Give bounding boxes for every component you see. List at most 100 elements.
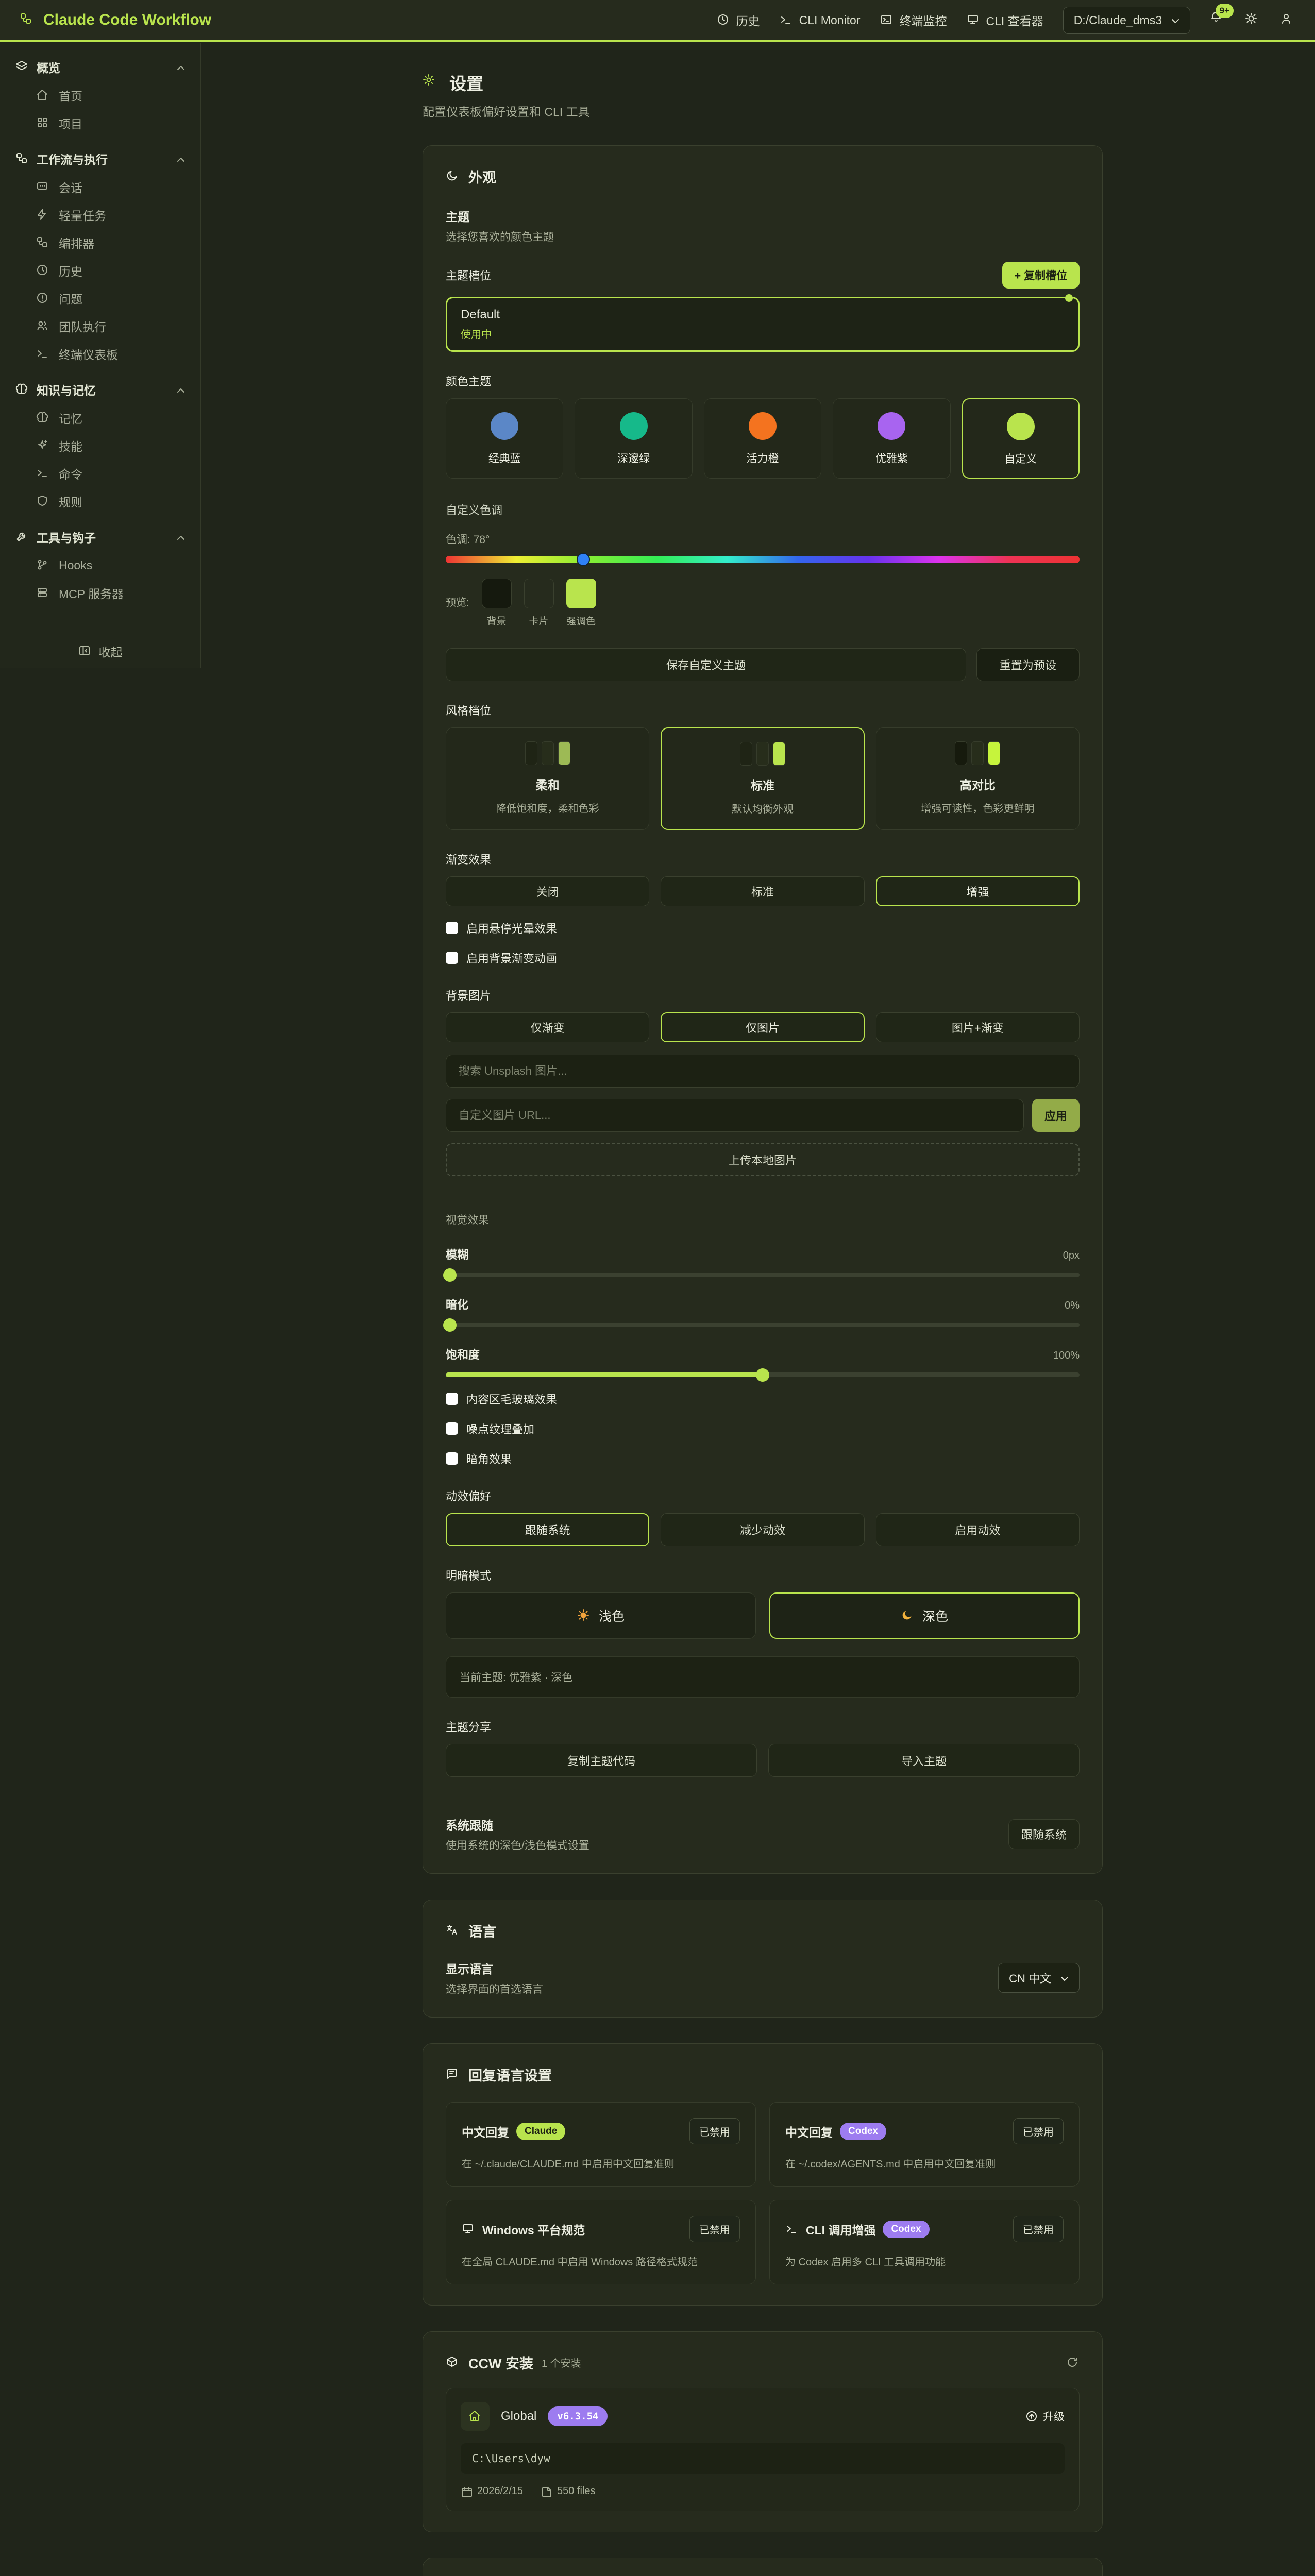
sidebar-item-memory[interactable]: 记忆 xyxy=(0,404,200,432)
glass-checkbox[interactable] xyxy=(446,1393,458,1405)
save-custom-theme-button[interactable]: 保存自定义主题 xyxy=(446,648,966,681)
theme-toggle-icon[interactable] xyxy=(1245,12,1260,28)
custom-url-input[interactable] xyxy=(446,1099,1024,1132)
bg-image-gradient-button[interactable]: 图片+渐变 xyxy=(876,1012,1080,1042)
install-files: 550 files xyxy=(541,2485,596,2497)
preview-label: 预览: xyxy=(446,594,469,628)
slot-status: 使用中 xyxy=(461,326,1065,341)
light-mode-card[interactable]: 浅色 xyxy=(446,1592,756,1639)
sidebar-item-rules[interactable]: 规则 xyxy=(0,487,200,515)
hue-slider[interactable] xyxy=(446,556,1080,563)
sidebar-item-issues[interactable]: 问题 xyxy=(0,284,200,312)
motion-reduce-button[interactable]: 减少动效 xyxy=(661,1513,864,1546)
sidebar-collapse-button[interactable]: 收起 xyxy=(0,634,200,668)
motion-system-button[interactable]: 跟随系统 xyxy=(446,1513,649,1546)
reset-preset-button[interactable]: 重置为预设 xyxy=(976,648,1080,681)
system-follow-button[interactable]: 跟随系统 xyxy=(1008,1819,1080,1849)
sidebar-item-history[interactable]: 历史 xyxy=(0,257,200,284)
user-icon[interactable] xyxy=(1280,12,1295,28)
bg-gradient-only-button[interactable]: 仅渐变 xyxy=(446,1012,649,1042)
theme-card-vivid-orange[interactable]: 活力橙 xyxy=(704,398,821,479)
appearance-card: 外观 主题 选择您喜欢的颜色主题 主题槽位 + 复制槽位 Default 使用中… xyxy=(423,145,1103,1874)
reply-language-card: 回复语言设置 中文回复 Claude 已禁用 在 ~/.claude/CLAUD… xyxy=(423,2043,1103,2306)
sidebar-item-terminal-dashboard[interactable]: 终端仪表板 xyxy=(0,340,200,368)
sidebar-item-orchestrator[interactable]: 编排器 xyxy=(0,229,200,257)
theme-color-dot xyxy=(749,412,777,440)
gradient-off-button[interactable]: 关闭 xyxy=(446,876,649,906)
darken-slider[interactable] xyxy=(446,1323,1080,1327)
unsplash-search-input[interactable] xyxy=(446,1055,1080,1088)
blur-slider-thumb[interactable] xyxy=(443,1268,457,1282)
toggle-button[interactable]: 已禁用 xyxy=(1013,2216,1064,2242)
hover-glow-checkbox[interactable] xyxy=(446,922,458,934)
sidebar-item-skills[interactable]: 技能 xyxy=(0,432,200,460)
sidebar-group-workflow[interactable]: 工作流与执行 xyxy=(0,144,200,173)
theme-card-custom[interactable]: 自定义 xyxy=(962,398,1080,479)
vignette-checkbox[interactable] xyxy=(446,1452,458,1465)
bg-animation-row: 启用背景渐变动画 xyxy=(446,950,1080,966)
saturation-slider[interactable] xyxy=(446,1372,1080,1377)
terminal-icon xyxy=(36,347,49,361)
mini-swatch xyxy=(955,741,967,765)
project-selector[interactable]: D:/Claude_dms3 xyxy=(1063,7,1190,34)
custom-hue-label: 自定义色调 xyxy=(446,501,1080,518)
blur-slider[interactable] xyxy=(446,1273,1080,1277)
upgrade-button[interactable]: 升级 xyxy=(1025,2409,1065,2424)
zap-icon xyxy=(36,208,49,222)
message-icon xyxy=(36,180,49,194)
active-slot-dot xyxy=(1065,294,1073,302)
toggle-button[interactable]: 已禁用 xyxy=(689,2216,740,2242)
sidebar-group-tools[interactable]: 工具与钩子 xyxy=(0,522,200,551)
hue-slider-thumb[interactable] xyxy=(577,553,590,566)
nav-cli-viewer[interactable]: CLI 查看器 xyxy=(967,11,1043,29)
style-card-soft[interactable]: 柔和 降低饱和度，柔和色彩 xyxy=(446,727,649,830)
language-select[interactable]: CN 中文 xyxy=(998,1963,1080,1993)
refresh-icon[interactable] xyxy=(1066,2356,1080,2369)
dark-mode-card[interactable]: 深色 xyxy=(769,1592,1080,1639)
sidebar-item-team-execution[interactable]: 团队执行 xyxy=(0,312,200,340)
theme-color-dot xyxy=(1007,413,1035,440)
home-icon xyxy=(468,2410,482,2423)
swatch-accent xyxy=(566,579,596,608)
copy-slot-button[interactable]: + 复制槽位 xyxy=(1002,262,1080,289)
upload-local-image-button[interactable]: 上传本地图片 xyxy=(446,1143,1080,1176)
theme-slot-default[interactable]: Default 使用中 xyxy=(446,297,1080,352)
nav-cli-monitor[interactable]: CLI Monitor xyxy=(780,13,861,27)
theme-card-classic-blue[interactable]: 经典蓝 xyxy=(446,398,563,479)
theme-card-elegant-purple[interactable]: 优雅紫 xyxy=(833,398,950,479)
theme-card-deep-green[interactable]: 深邃绿 xyxy=(575,398,692,479)
bg-animation-checkbox[interactable] xyxy=(446,952,458,964)
apply-url-button[interactable]: 应用 xyxy=(1032,1099,1080,1132)
sidebar-item-commands[interactable]: 命令 xyxy=(0,460,200,487)
sidebar-group-overview[interactable]: 概览 xyxy=(0,53,200,81)
import-theme-button[interactable]: 导入主题 xyxy=(768,1744,1080,1777)
brain-icon xyxy=(15,383,29,396)
gradient-enhanced-button[interactable]: 增强 xyxy=(876,876,1080,906)
motion-enable-button[interactable]: 启用动效 xyxy=(876,1513,1080,1546)
home-icon-tile xyxy=(461,2402,490,2431)
style-card-high-contrast[interactable]: 高对比 增强可读性，色彩更鲜明 xyxy=(876,727,1080,830)
bg-image-only-button[interactable]: 仅图片 xyxy=(661,1012,864,1042)
sidebar-item-sessions[interactable]: 会话 xyxy=(0,173,200,201)
toggle-button[interactable]: 已禁用 xyxy=(689,2118,740,2144)
nav-terminal-monitor[interactable]: 终端监控 xyxy=(880,11,947,29)
sidebar-item-home[interactable]: 首页 xyxy=(0,81,200,109)
nav-history[interactable]: 历史 xyxy=(717,11,760,29)
notifications-button[interactable]: 9+ xyxy=(1210,11,1225,29)
noise-checkbox[interactable] xyxy=(446,1422,458,1435)
mini-swatch xyxy=(740,742,752,766)
style-card-standard[interactable]: 标准 默认均衡外观 xyxy=(661,727,864,830)
copy-theme-code-button[interactable]: 复制主题代码 xyxy=(446,1744,757,1777)
sidebar-item-mcp-servers[interactable]: MCP 服务器 xyxy=(0,579,200,607)
sidebar-item-light-tasks[interactable]: 轻量任务 xyxy=(0,201,200,229)
toggle-button[interactable]: 已禁用 xyxy=(1013,2118,1064,2144)
sidebar-item-projects[interactable]: 项目 xyxy=(0,109,200,137)
darken-slider-thumb[interactable] xyxy=(443,1318,457,1332)
color-theme-grid: 经典蓝 深邃绿 活力橙 优雅紫 自定义 xyxy=(446,398,1080,479)
mini-swatch xyxy=(756,742,769,766)
noise-row: 噪点纹理叠加 xyxy=(446,1420,1080,1437)
sidebar-group-knowledge[interactable]: 知识与记忆 xyxy=(0,375,200,404)
saturation-slider-thumb[interactable] xyxy=(756,1368,769,1382)
gradient-standard-button[interactable]: 标准 xyxy=(661,876,864,906)
sidebar-item-hooks[interactable]: Hooks xyxy=(0,551,200,579)
